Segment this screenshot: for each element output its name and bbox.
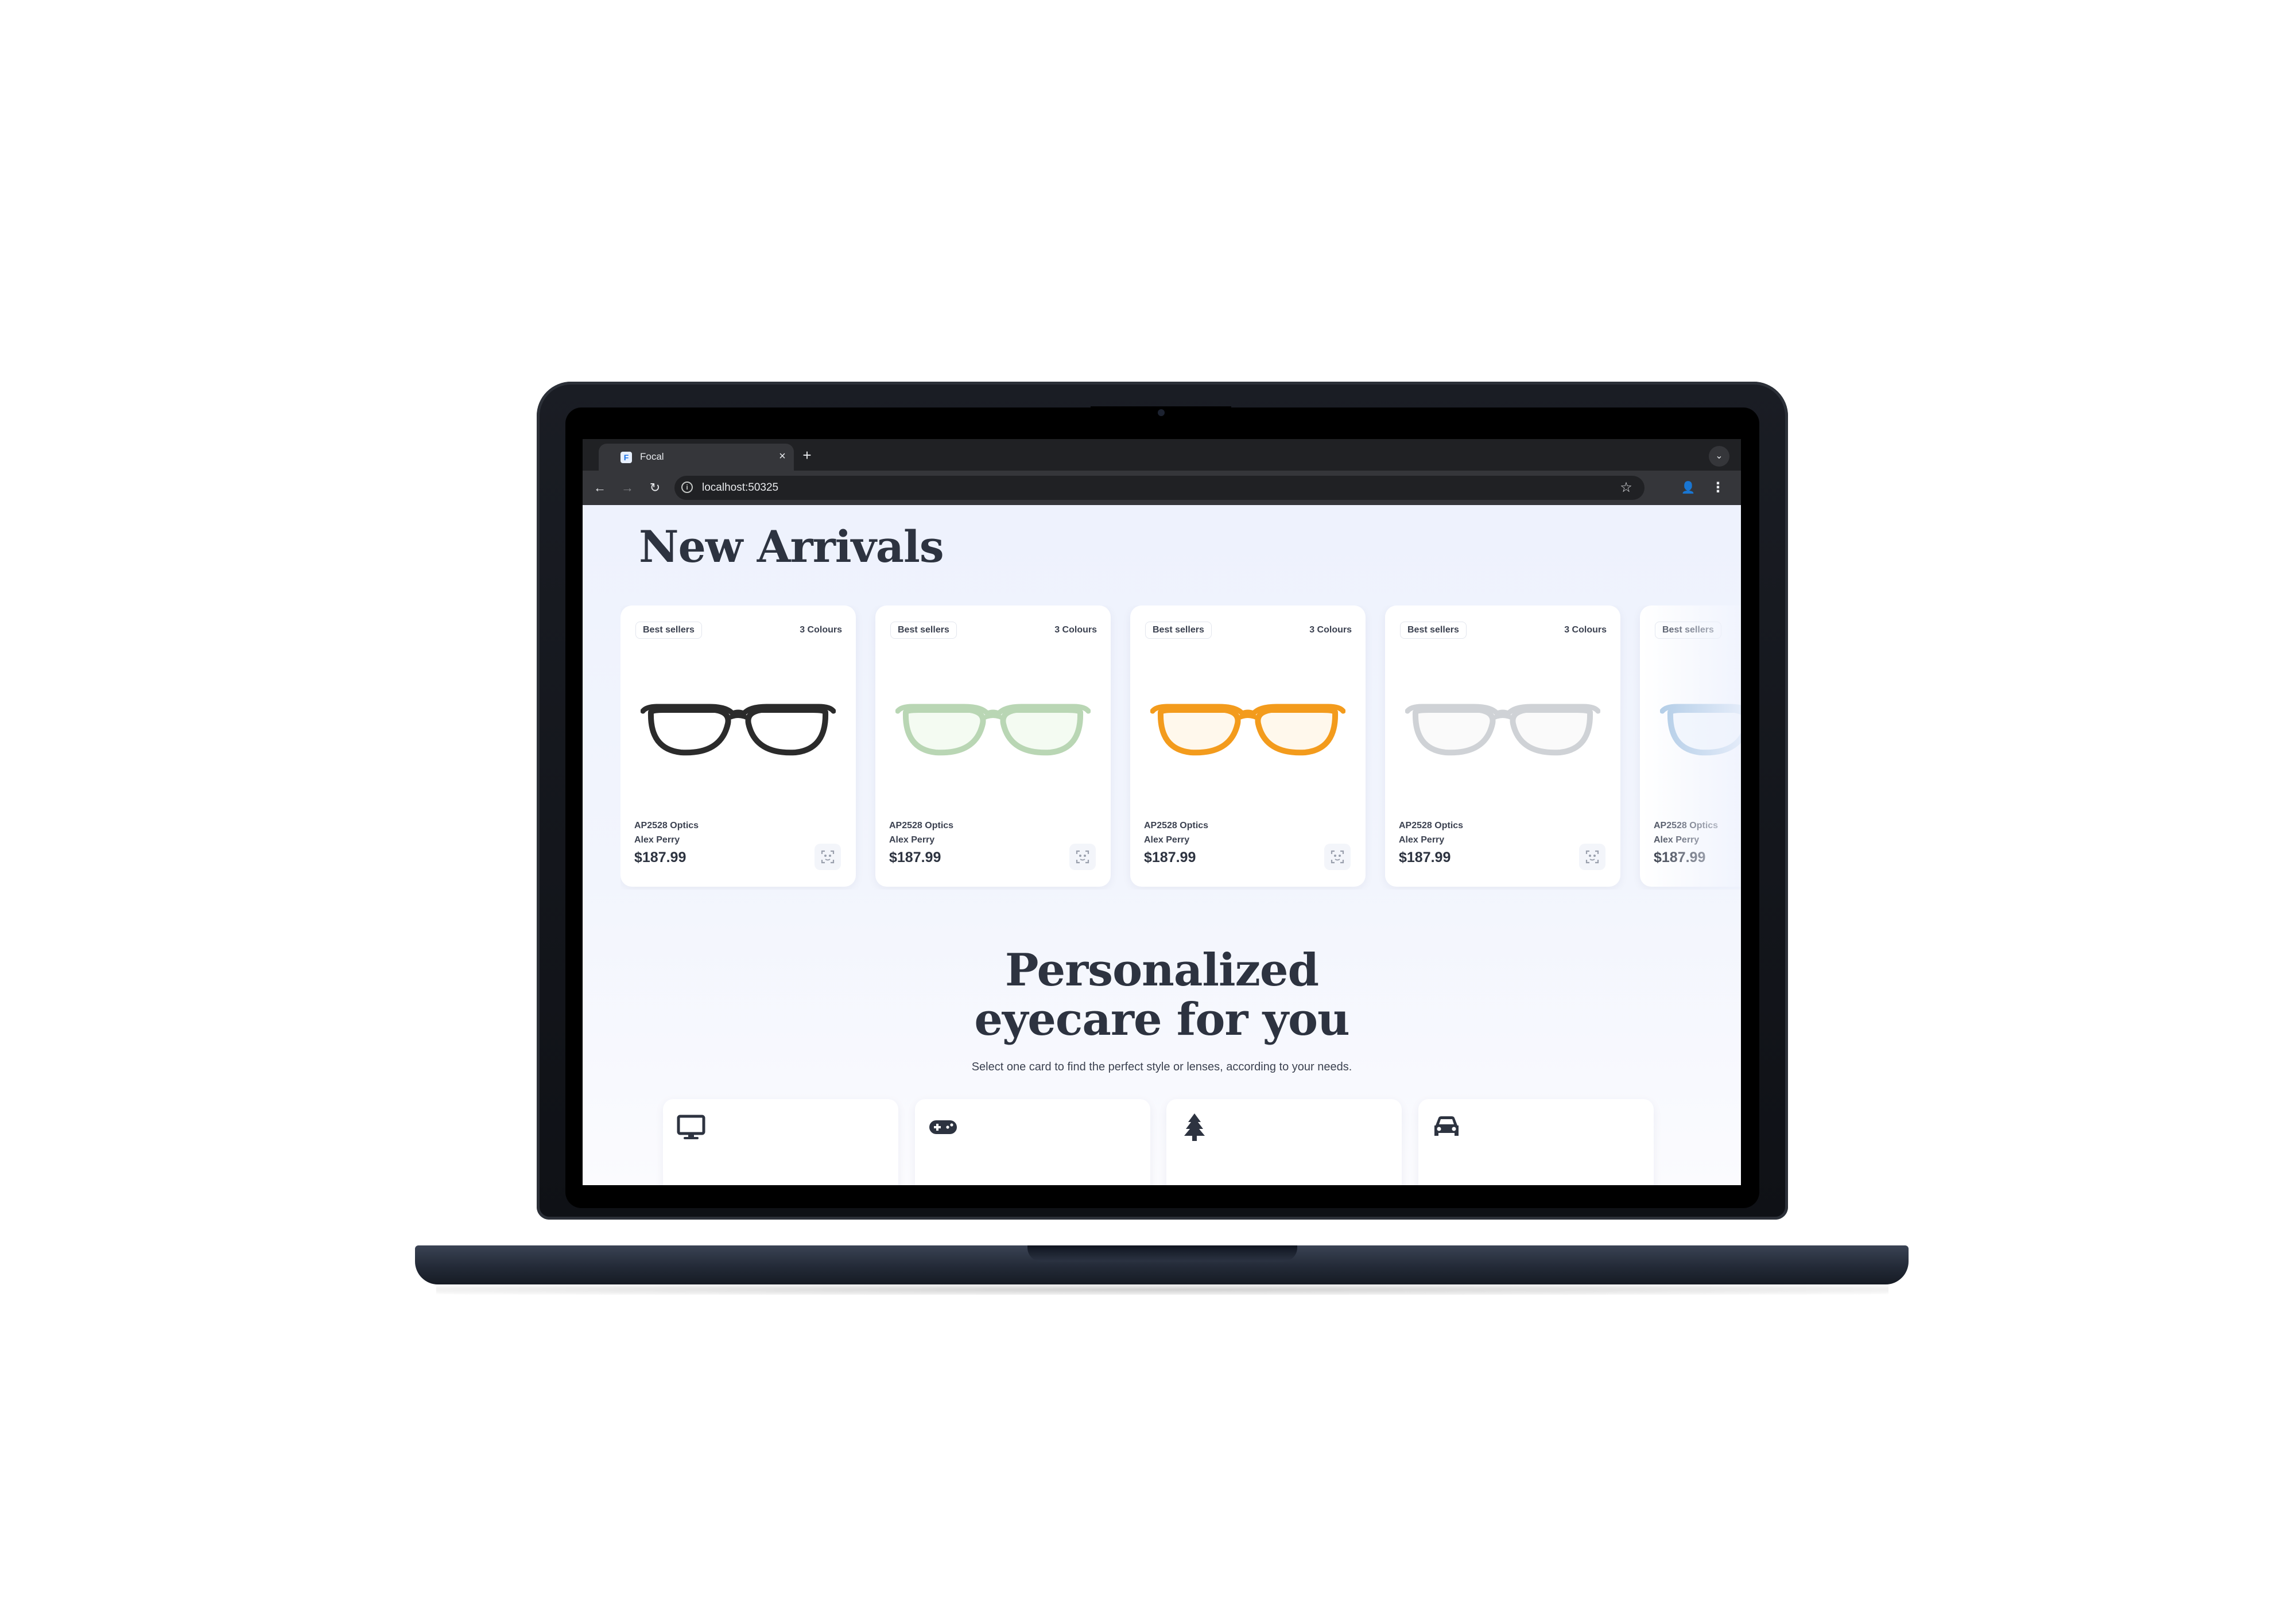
browser-tab[interactable]: F Focal × (599, 444, 794, 471)
best-sellers-badge: Best sellers (1145, 622, 1212, 639)
colour-count: 3 Colours (1564, 625, 1607, 635)
car-icon (1434, 1116, 1459, 1136)
back-arrow-icon[interactable]: ← (589, 478, 610, 498)
product-brand: AP2528 Optics (1399, 821, 1464, 830)
glasses-image (1405, 704, 1600, 756)
new-arrivals-title: New Arrivals (639, 521, 944, 572)
laptop-base-notch (1027, 1245, 1297, 1261)
monitor-icon (677, 1115, 705, 1139)
face-scan-icon (1076, 850, 1089, 864)
favicon-icon: F (620, 452, 632, 463)
product-price: $187.99 (889, 849, 941, 865)
product-price: $187.99 (1399, 849, 1451, 865)
address-bar[interactable]: i localhost:50325 ☆ (674, 476, 1645, 500)
personalized-title: Personalized eyecare for you (583, 946, 1741, 1045)
virtual-try-on-button[interactable] (815, 844, 841, 870)
product-designer: Alex Perry (889, 835, 935, 845)
bookmark-star-icon[interactable]: ☆ (1617, 479, 1635, 497)
tab-title: Focal (640, 451, 664, 462)
product-brand: AP2528 Optics (889, 821, 954, 830)
colour-count: 3 Colours (800, 625, 842, 635)
best-sellers-badge: Best sellers (635, 622, 702, 639)
tab-search-chevron-icon[interactable]: ⌄ (1709, 446, 1729, 467)
screen: F Focal × + ⌄ ← → ↻ i localhost:50325 ☆ … (583, 439, 1741, 1185)
product-designer: Alex Perry (1144, 835, 1190, 845)
best-sellers-badge: Best sellers (890, 622, 957, 639)
product-card[interactable]: Best sellers AP2528 Optics Alex Perry $187.… (1640, 605, 1741, 887)
tree-icon (1184, 1113, 1205, 1141)
browser-toolbar: ← → ↻ i localhost:50325 ☆ 👤 ⋮ (583, 471, 1741, 505)
virtual-try-on-button[interactable] (1579, 844, 1605, 870)
colour-count: 3 Colours (1309, 625, 1352, 635)
product-price: $187.99 (1654, 849, 1706, 865)
forward-arrow-icon[interactable]: → (617, 478, 638, 498)
kebab-menu-icon[interactable]: ⋮ (1708, 478, 1728, 498)
personalized-title-line1: Personalized (1004, 944, 1319, 996)
need-card-driving[interactable] (1418, 1099, 1654, 1185)
personalized-subtitle: Select one card to find the perfect styl… (971, 1061, 1352, 1073)
product-card[interactable]: Best sellers 3 Colours AP2528 Optics Alex P… (620, 605, 856, 887)
product-brand: AP2528 Optics (1144, 821, 1209, 830)
product-price: $187.99 (634, 849, 687, 865)
profile-icon[interactable]: 👤 (1678, 478, 1698, 498)
site-info-icon[interactable]: i (681, 482, 693, 493)
product-card[interactable]: Best sellers 3 Colours AP2528 Optics Alex P… (1130, 605, 1366, 887)
product-card[interactable]: Best sellers 3 Colours AP2528 Optics Alex P… (875, 605, 1111, 887)
reload-icon[interactable]: ↻ (645, 478, 665, 498)
product-designer: Alex Perry (634, 835, 680, 845)
virtual-try-on-button[interactable] (1324, 844, 1351, 870)
need-card-screen[interactable] (663, 1099, 898, 1185)
glasses-image (895, 704, 1091, 756)
product-carousel[interactable]: Best sellers 3 Colours AP2528 Optics Alex P… (620, 605, 1741, 890)
need-card-outdoor[interactable] (1166, 1099, 1402, 1185)
best-sellers-badge: Best sellers (1400, 622, 1467, 639)
face-scan-icon (821, 850, 835, 864)
product-brand: AP2528 Optics (1654, 821, 1719, 830)
product-designer: Alex Perry (1654, 835, 1700, 845)
personalized-title-line2: eyecare for you (974, 993, 1349, 1046)
product-brand: AP2528 Optics (634, 821, 699, 830)
page-viewport: New Arrivals Best sellers 3 Colours AP2528… (583, 505, 1741, 1185)
face-scan-icon (1331, 850, 1344, 864)
virtual-try-on-button[interactable] (1069, 844, 1096, 870)
glasses-image (1660, 704, 1741, 756)
browser-tab-strip: F Focal × + ⌄ (583, 439, 1741, 471)
product-card[interactable]: Best sellers 3 Colours AP2528 Optics Alex P… (1385, 605, 1620, 887)
camera-icon (1158, 409, 1165, 416)
close-tab-icon[interactable]: × (775, 449, 789, 463)
best-sellers-badge: Best sellers (1655, 622, 1721, 639)
need-card-gaming[interactable] (915, 1099, 1150, 1185)
url-text[interactable]: localhost:50325 (702, 482, 778, 494)
gamepad-icon (929, 1120, 957, 1134)
colour-count: 3 Colours (1054, 625, 1097, 635)
product-price: $187.99 (1144, 849, 1196, 865)
face-scan-icon (1585, 850, 1599, 864)
new-tab-button[interactable]: + (798, 447, 816, 464)
glasses-image (1150, 704, 1345, 756)
laptop-shadow (436, 1284, 1888, 1295)
glasses-image (641, 704, 836, 756)
product-designer: Alex Perry (1399, 835, 1445, 845)
